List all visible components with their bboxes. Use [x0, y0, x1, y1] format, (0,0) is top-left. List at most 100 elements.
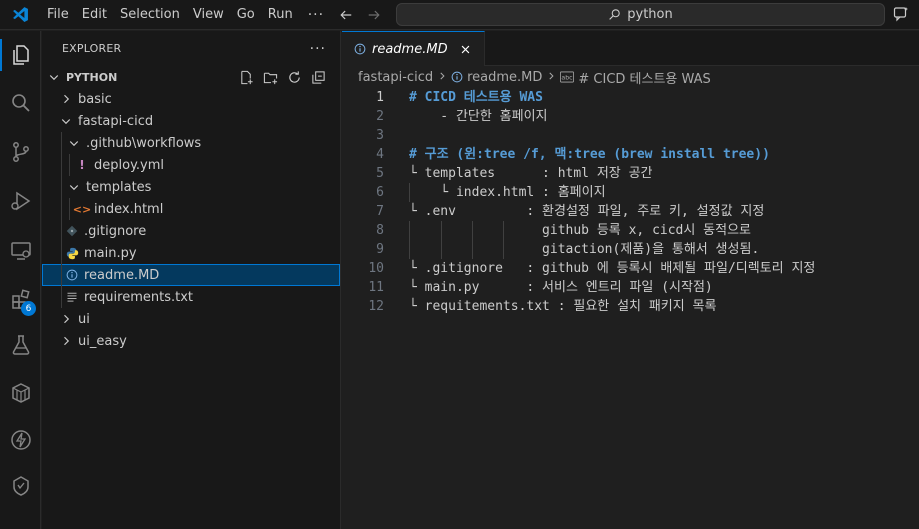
tab-readme-md[interactable]: readme.MD [342, 31, 485, 66]
tree-item-label: .gitignore [84, 223, 147, 239]
tree-item-ui-easy[interactable]: ui_easy [42, 330, 340, 352]
lightning-icon[interactable] [0, 420, 41, 460]
indent-guide [61, 264, 62, 286]
workspace-section-header[interactable]: PYTHON [42, 66, 340, 88]
chevron-down-icon [58, 113, 74, 129]
yaml-file-icon: ! [79, 158, 85, 172]
tree-item-label: deploy.yml [94, 157, 165, 173]
svg-text:abc: abc [562, 74, 574, 81]
tab-label: readme.MD [372, 41, 448, 57]
tree-item-label: fastapi-cicd [78, 113, 154, 129]
tree-item-basic[interactable]: basic [42, 88, 340, 110]
line-number: 1 [376, 90, 384, 105]
line-number: 6 [376, 185, 384, 200]
refresh-icon[interactable] [286, 68, 302, 86]
containers-icon[interactable] [0, 373, 41, 413]
menu-view[interactable]: View [187, 0, 230, 30]
explorer-header: EXPLORER ··· [42, 31, 340, 66]
line-text: └ index.html : 홈페이지 [409, 185, 606, 200]
tree-item-index-html[interactable]: <> index.html [42, 198, 340, 220]
editor-tab-bar: readme.MD [342, 31, 919, 66]
chevron-right-icon [546, 70, 556, 84]
code-editor[interactable]: 1 # CICD 테스트용 WAS 2 - 간단한 홈페이지 3 4 # 구조 (윈… [342, 88, 919, 316]
workspace-section-title: PYTHON [66, 70, 118, 84]
indent-guide [61, 198, 62, 220]
tree-item-ui[interactable]: ui [42, 308, 340, 330]
tree-item-label: ui [78, 311, 90, 327]
explorer-more-button[interactable]: ··· [310, 41, 326, 57]
menu-edit[interactable]: Edit [76, 0, 113, 30]
breadcrumb-symbol[interactable]: # CICD 테스트용 WAS [578, 68, 710, 87]
line-number: 9 [376, 242, 384, 257]
tree-item-label: main.py [84, 245, 137, 261]
back-arrow-icon[interactable] [338, 7, 354, 23]
extensions-badge: 6 [21, 301, 36, 316]
tree-item-main-py[interactable]: main.py [42, 242, 340, 264]
remote-explorer-icon[interactable] [0, 230, 41, 270]
line-text: # 구조 (윈:tree /f, 맥:tree (brew install tr… [409, 147, 770, 162]
menu-run[interactable]: Run [262, 0, 299, 30]
line-number: 4 [376, 147, 384, 162]
tree-item-deploy-yml[interactable]: ! deploy.yml [42, 154, 340, 176]
tree-item-label: readme.MD [84, 267, 160, 283]
tree-item-label: .github\workflows [86, 135, 202, 151]
tree-item-requirements-txt[interactable]: requirements.txt [42, 286, 340, 308]
tree-item-fastapi-cicd[interactable]: fastapi-cicd [42, 110, 340, 132]
line-text: └ main.py : 서비스 엔트리 파일 (시작점) [409, 280, 713, 295]
line-text: gitaction(제품)을 통해서 생성됨. [409, 242, 760, 257]
indent-guide [61, 286, 62, 308]
navigation-arrows [338, 0, 382, 30]
close-icon[interactable] [458, 41, 474, 57]
tree-item-templates[interactable]: templates [42, 176, 340, 198]
explorer-sidebar: EXPLORER ··· PYTHON basic fastapi-cicd .… [42, 31, 341, 529]
chevron-down-icon [66, 135, 82, 151]
source-control-icon[interactable] [0, 132, 41, 172]
line-number: 3 [376, 128, 384, 143]
code-line: 4 # 구조 (윈:tree /f, 맥:tree (brew install t… [342, 145, 919, 164]
breadcrumb-folder[interactable]: fastapi-cicd [358, 70, 433, 85]
breadcrumb: fastapi-cicd readme.MD abc # CICD 테스트용 W… [342, 66, 919, 88]
gitlens-icon[interactable] [0, 466, 41, 506]
new-folder-icon[interactable] [262, 68, 278, 86]
breadcrumb-file[interactable]: readme.MD [467, 70, 542, 85]
extensions-icon[interactable]: 6 [0, 279, 41, 319]
code-line: 1 # CICD 테스트용 WAS [342, 88, 919, 107]
line-text: └ templates : html 저장 공간 [409, 166, 653, 181]
text-file-icon [64, 289, 80, 305]
explorer-files-icon[interactable] [0, 35, 41, 75]
line-number: 11 [368, 280, 384, 295]
command-center-search[interactable]: python [396, 3, 885, 26]
line-number: 10 [368, 261, 384, 276]
menu-selection[interactable]: Selection [114, 0, 186, 30]
info-icon [451, 71, 463, 83]
indent-guide [61, 132, 62, 154]
indent-guide [69, 198, 70, 220]
run-and-debug-icon[interactable] [0, 181, 41, 221]
line-text: └ .env : 환경설정 파일, 주로 키, 설정값 지정 [409, 204, 765, 219]
menu-file[interactable]: File [41, 0, 75, 30]
chevron-right-icon [58, 311, 74, 327]
testing-flask-icon[interactable] [0, 325, 41, 365]
menu-go[interactable]: Go [231, 0, 261, 30]
tree-item-readme-md[interactable]: readme.MD [42, 264, 340, 286]
chevron-right-icon [58, 333, 74, 349]
tree-item-github-workflows[interactable]: .github\workflows [42, 132, 340, 154]
tree-item-gitignore[interactable]: .gitignore [42, 220, 340, 242]
search-icon[interactable] [0, 83, 41, 123]
menu-more-button[interactable]: ··· [300, 7, 332, 23]
tree-item-label: basic [78, 91, 112, 107]
code-line: 12 └ requitements.txt : 필요한 설치 패키지 목록 [342, 297, 919, 316]
tree-item-label: ui_easy [78, 333, 127, 349]
code-line: 2 - 간단한 홈페이지 [342, 107, 919, 126]
new-file-icon[interactable] [238, 68, 254, 86]
forward-arrow-icon[interactable] [366, 7, 382, 23]
line-text: └ .gitignore : github 에 등록시 배제될 파일/디렉토리 … [409, 261, 816, 276]
python-file-icon [64, 245, 80, 261]
code-line: 9 gitaction(제품)을 통해서 생성됨. [342, 240, 919, 259]
chevron-down-icon [66, 179, 82, 195]
search-icon [609, 9, 620, 20]
collapse-all-icon[interactable] [310, 68, 326, 86]
copilot-chat-icon[interactable] [893, 6, 911, 24]
chevron-down-icon [46, 69, 62, 85]
line-text: └ requitements.txt : 필요한 설치 패키지 목록 [409, 299, 717, 314]
